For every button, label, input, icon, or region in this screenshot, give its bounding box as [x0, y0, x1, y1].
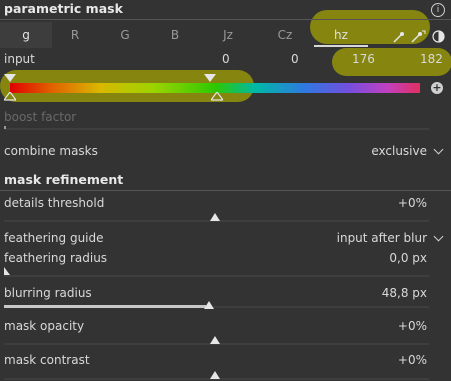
- combine-masks-value[interactable]: exclusive: [371, 144, 427, 158]
- tab-jz[interactable]: Jz: [205, 22, 251, 48]
- tab-hz-underline: [314, 45, 368, 47]
- blurring-radius-value: 48,8 px: [381, 286, 427, 300]
- mask-opacity-handle[interactable]: [210, 336, 220, 344]
- details-threshold-handle[interactable]: [210, 213, 220, 221]
- input-value-2: 0: [291, 52, 299, 66]
- tab-b[interactable]: B: [152, 22, 198, 48]
- header-divider: [0, 19, 451, 20]
- feathering-guide-label: feathering guide: [4, 231, 104, 245]
- input-value-4: 182: [420, 52, 443, 66]
- combine-masks-chevron-icon[interactable]: [433, 144, 444, 155]
- mask-opacity-label: mask opacity: [4, 319, 85, 333]
- feathering-radius-handle[interactable]: [3, 267, 11, 276]
- mask-contrast-handle[interactable]: [210, 371, 220, 379]
- blurring-radius-handle[interactable]: [204, 301, 214, 309]
- feathering-guide-chevron-icon[interactable]: [433, 231, 444, 242]
- details-threshold-value: +0%: [397, 196, 427, 210]
- feathering-guide-value[interactable]: input after blur: [337, 231, 427, 245]
- mask-contrast-label: mask contrast: [4, 353, 90, 367]
- boost-factor-marker: [4, 126, 6, 129]
- mask-opacity-value: +0%: [397, 319, 427, 333]
- feathering-radius-label: feathering radius: [4, 251, 108, 265]
- color-picker-area-icon[interactable]: [410, 30, 426, 44]
- mask-contrast-value: +0%: [397, 353, 427, 367]
- blurring-radius-label: blurring radius: [4, 286, 92, 300]
- tab-g[interactable]: g: [0, 22, 52, 48]
- range-marker-bottom-left[interactable]: [4, 92, 16, 101]
- combine-masks-label: combine masks: [4, 144, 98, 158]
- feathering-radius-value: 0,0 px: [389, 251, 427, 265]
- details-threshold-label: details threshold: [4, 196, 105, 210]
- invert-polarity-icon[interactable]: [432, 30, 445, 43]
- blurring-radius-fill: [4, 305, 206, 308]
- input-label: input: [4, 52, 35, 66]
- tab-cz[interactable]: Cz: [262, 22, 308, 48]
- feathering-radius-slider[interactable]: [4, 275, 429, 277]
- mask-refinement-title: mask refinement: [4, 172, 124, 187]
- refinement-divider: [0, 190, 451, 191]
- tab-g-channel[interactable]: G: [102, 22, 148, 48]
- range-marker-top-right[interactable]: [204, 74, 216, 83]
- input-value-1: 0: [222, 52, 230, 66]
- info-icon[interactable]: i: [431, 3, 445, 17]
- module-title: parametric mask: [4, 1, 123, 16]
- input-value-3: 176: [352, 52, 375, 66]
- boost-factor-slider[interactable]: [4, 128, 429, 130]
- range-marker-bottom-right[interactable]: [211, 92, 223, 101]
- add-plus-icon[interactable]: +: [431, 82, 443, 94]
- boost-factor-label: boost factor: [4, 110, 77, 124]
- color-picker-icon[interactable]: [392, 30, 406, 44]
- tab-r[interactable]: R: [52, 22, 98, 48]
- range-marker-top-left[interactable]: [4, 74, 16, 83]
